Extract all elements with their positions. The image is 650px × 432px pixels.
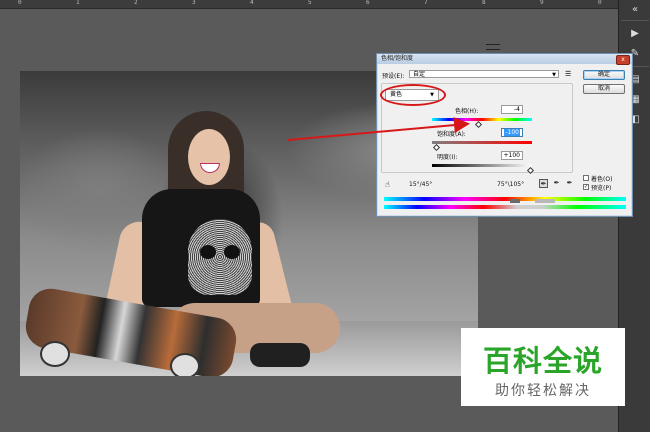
face	[188, 129, 230, 185]
dialog-title: 色相/饱和度	[381, 55, 414, 62]
preset-options-icon[interactable]: ☰	[565, 70, 571, 78]
ruler-tick-label: 0	[598, 0, 602, 6]
lightness-slider-track[interactable]	[432, 164, 535, 175]
hand-adjust-icon[interactable]: ☝	[385, 180, 390, 189]
saturation-label: 饱和度(A):	[437, 131, 466, 138]
ruler-tick-label: 8	[482, 0, 486, 6]
ok-button[interactable]: 确定	[583, 70, 625, 80]
skull-eye	[224, 245, 240, 259]
eyedropper-icon[interactable]: ✒	[539, 179, 548, 188]
preview-label: 预览(P)	[591, 185, 612, 192]
ruler-tick-label: 1	[76, 0, 80, 6]
annotation-ellipse	[380, 84, 446, 106]
skateboard-wheel	[40, 341, 70, 367]
top-ruler: 0 1 2 3 4 5 6 7 8 9 0	[0, 0, 618, 9]
range-right-label: 75°\105°	[497, 181, 525, 188]
skull-print	[188, 219, 252, 295]
ruler-tick-label: 7	[424, 0, 428, 6]
range-left-label: 15°/45°	[409, 181, 433, 188]
ruler-tick-label: 2	[134, 0, 138, 6]
chevron-down-icon: ▼	[552, 72, 556, 78]
ruler-tick-label: 3	[192, 0, 196, 6]
watermark-logo: 百科全说 助你轻松解决	[461, 328, 625, 406]
eyedropper-minus-icon[interactable]: ✒	[565, 179, 574, 188]
hue-value: -4	[514, 106, 520, 113]
lightness-input[interactable]: +100	[501, 151, 523, 160]
range-marker[interactable]	[510, 199, 520, 203]
lightness-value: +100	[503, 152, 520, 159]
eyedropper-plus-icon[interactable]: ✒	[552, 179, 561, 188]
input-spectrum-bar	[384, 197, 626, 201]
cancel-button[interactable]: 取消	[583, 84, 625, 94]
colorize-label: 着色(O)	[591, 176, 613, 183]
panel-divider	[621, 20, 649, 21]
skateboard-wheel	[170, 353, 200, 376]
hue-slider-track[interactable]	[432, 118, 532, 129]
shoe	[250, 343, 310, 367]
ruler-tick-label: 4	[250, 0, 254, 6]
ruler-tick-label: 6	[366, 0, 370, 6]
play-icon[interactable]: ▶	[625, 26, 645, 42]
preset-value: 自定	[413, 71, 426, 78]
preset-select[interactable]: 自定 ▼	[409, 70, 559, 78]
range-marker[interactable]	[535, 199, 555, 203]
hue-input[interactable]: -4	[501, 105, 523, 114]
watermark-title: 百科全说	[482, 344, 603, 378]
output-spectrum-bar	[384, 205, 626, 209]
preset-label: 预设(E):	[382, 73, 405, 80]
saturation-value: -100	[504, 129, 520, 136]
skull-eye	[200, 245, 216, 259]
collapse-icon[interactable]: «	[625, 2, 645, 18]
dialog-titlebar[interactable]: 色相/饱和度 x	[377, 54, 632, 65]
close-button[interactable]: x	[616, 55, 630, 65]
saturation-slider-track[interactable]	[432, 141, 532, 152]
lightness-label: 明度(I):	[437, 154, 458, 161]
watermark-subtitle: 助你轻松解决	[495, 383, 591, 399]
colorize-checkbox[interactable]	[583, 175, 589, 181]
saturation-input[interactable]: -100	[501, 128, 523, 137]
hue-label: 色相(H):	[455, 108, 479, 115]
ruler-tick-label: 5	[308, 0, 312, 6]
panel-grip-handle[interactable]	[486, 44, 500, 50]
ruler-tick-label: 0	[18, 0, 22, 6]
hue-saturation-dialog: 色相/饱和度 x 预设(E): 自定 ▼ ☰ 确定 取消 黄色 ▼ 色相(H):…	[376, 53, 633, 217]
ruler-tick-label: 9	[540, 0, 544, 6]
preview-checkbox[interactable]: ✓	[583, 184, 589, 190]
